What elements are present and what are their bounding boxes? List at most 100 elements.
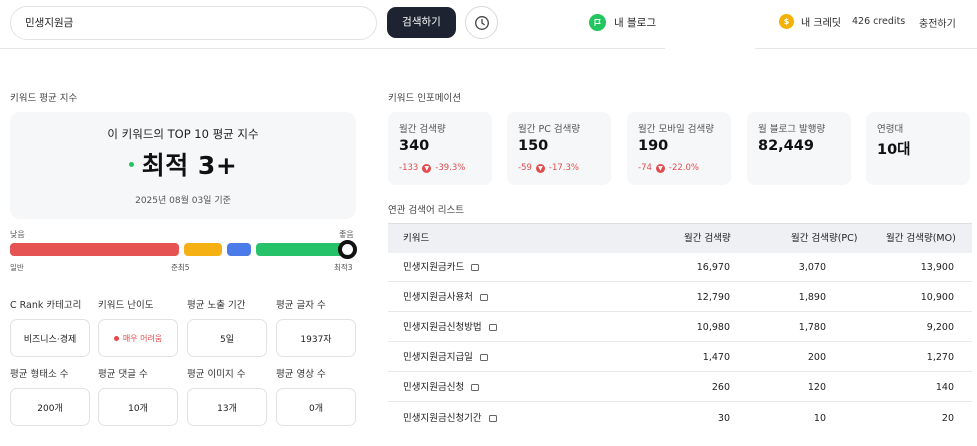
keyword-text[interactable]: 민생지원금사용처	[403, 283, 473, 312]
scale-high-label: 좋음	[339, 230, 354, 239]
keyword-cell: 민생지원금지급일	[403, 343, 488, 372]
blog-icon[interactable]	[488, 324, 497, 331]
table-row[interactable]: 민생지원금카드 16,970 3,070 13,900	[388, 253, 972, 282]
pc-cell: 3,070	[798, 262, 826, 273]
column-header-mo[interactable]: 월간 검색량(MO)	[886, 224, 956, 253]
stat-box-morphemes: 200개	[10, 388, 90, 426]
stat-label-exposure: 평균 노출 기간	[187, 300, 246, 311]
keyword-info-title: 키워드 인포메이션	[388, 93, 461, 104]
info-label: 월간 검색량	[399, 124, 446, 135]
stat-label-chars: 평균 글자 수	[276, 300, 326, 311]
table-row[interactable]: 민생지원금신청 260 120 140	[388, 373, 972, 402]
down-arrow-icon: ▼	[655, 163, 665, 173]
mo-cell: 1,270	[926, 352, 954, 363]
stat-label-morphemes: 평균 형태소 수	[10, 369, 69, 380]
info-card-pc: 월간 PC 검색량 150 -59 ▼ -17.3%	[507, 112, 611, 185]
search-button[interactable]: 검색하기	[387, 7, 456, 38]
total-cell: 1,470	[702, 352, 730, 363]
change-pct: -22.0%	[668, 163, 699, 173]
blog-icon[interactable]	[471, 384, 480, 391]
credit-display: $ 내 크레딧 426 credits	[779, 14, 905, 29]
info-change: -59 ▼ -17.3%	[518, 163, 600, 173]
stat-label-comments: 평균 댓글 수	[98, 369, 148, 380]
credit-value: 426 credits	[851, 16, 906, 27]
info-card-mobile: 월간 모바일 검색량 190 -74 ▼ -22.0%	[627, 112, 731, 185]
stat-value-morphemes: 200개	[37, 403, 63, 414]
stat-box-difficulty: 매우 어려움	[98, 319, 178, 357]
keyword-text[interactable]: 민생지원금신청방법	[403, 313, 482, 342]
keyword-cell: 민생지원금신청방법	[403, 313, 497, 342]
scale-label-normal: 일반	[10, 263, 24, 272]
mo-cell: 20	[941, 413, 954, 424]
down-arrow-icon: ▼	[422, 163, 432, 173]
history-button[interactable]	[465, 6, 498, 39]
info-value: 150	[518, 138, 549, 154]
avg-index-value: 최적 3+	[141, 151, 238, 180]
stat-value-comments: 10개	[128, 403, 148, 414]
scale-label-optimal: 최적3	[334, 263, 353, 272]
table-row[interactable]: 민생지원금사용처 12,790 1,890 10,900	[388, 283, 972, 312]
stat-box-category: 비즈니스·경제	[10, 319, 90, 357]
keyword-text[interactable]: 민생지원금신청기간	[403, 404, 482, 433]
pc-cell: 120	[807, 382, 826, 393]
blog-icon[interactable]	[479, 294, 488, 301]
my-blog-link[interactable]: 내 블로그	[589, 14, 656, 31]
stat-label-videos: 평균 영상 수	[276, 369, 326, 380]
info-change: -133 ▼ -39.3%	[399, 163, 481, 173]
table-header: 키워드 월간 검색량 월간 검색량(PC) 월간 검색량(MO)	[388, 223, 972, 253]
change-pct: -39.3%	[435, 163, 466, 173]
keyword-text[interactable]: 민생지원금카드	[403, 253, 464, 282]
stat-label-category: C Rank 카테고리	[10, 300, 82, 311]
table-row[interactable]: 민생지원금신청방법 10,980 1,780 9,200	[388, 313, 972, 342]
total-cell: 16,970	[696, 262, 730, 273]
table-row[interactable]: 민생지원금지급일 1,470 200 1,270	[388, 343, 972, 372]
change-abs: -59	[518, 163, 532, 173]
stat-box-comments: 10개	[98, 388, 178, 426]
avg-index-value-row: 최적 3+	[10, 146, 356, 182]
info-card-blog-posts: 월 블로그 발행량 82,449	[747, 112, 851, 185]
column-header-total[interactable]: 월간 검색량	[684, 224, 731, 253]
keyword-text[interactable]: 민생지원금신청	[403, 373, 464, 402]
info-label: 월간 모바일 검색량	[638, 124, 714, 135]
charge-button[interactable]: 충전하기	[919, 15, 956, 30]
search-input[interactable]: 민생지원금	[10, 6, 377, 40]
difficulty-badge: 매우 어려움	[113, 333, 162, 344]
stat-box-images: 13개	[187, 388, 267, 426]
top-bar: 민생지원금 검색하기 내 블로그 $ 내 크레딧 426 credits 충전하…	[0, 0, 977, 48]
blog-icon[interactable]	[488, 415, 497, 422]
total-cell: 12,790	[696, 292, 730, 303]
info-value: 10대	[877, 142, 911, 158]
pc-cell: 200	[807, 352, 826, 363]
stat-value-category: 비즈니스·경제	[23, 334, 77, 345]
down-arrow-icon: ▼	[535, 163, 545, 173]
keyword-cell: 민생지원금카드	[403, 253, 480, 282]
column-header-pc[interactable]: 월간 검색량(PC)	[791, 224, 858, 253]
info-value: 190	[638, 138, 669, 154]
clock-icon	[474, 15, 489, 30]
keyword-cell: 민생지원금신청	[403, 373, 480, 402]
stat-box-videos: 0개	[276, 388, 356, 426]
info-card-monthly: 월간 검색량 340 -133 ▼ -39.3%	[388, 112, 492, 185]
mo-cell: 9,200	[926, 322, 954, 333]
alert-dot-icon	[113, 335, 119, 341]
pc-cell: 1,890	[798, 292, 826, 303]
blog-icon[interactable]	[479, 354, 488, 361]
stat-box-chars: 1937자	[276, 319, 356, 357]
credit-label: 내 크레딧	[801, 18, 841, 29]
scale-segment-semi	[184, 243, 222, 256]
keyword-text[interactable]: 민생지원금지급일	[403, 343, 473, 372]
total-cell: 10,980	[696, 322, 730, 333]
pc-cell: 1,780	[798, 322, 826, 333]
scale-label-semi: 준최5	[171, 263, 190, 272]
stat-label-difficulty: 키워드 난이도	[98, 300, 154, 311]
table-row[interactable]: 민생지원금신청기간 30 10 20	[388, 404, 972, 433]
blog-icon[interactable]	[471, 264, 480, 271]
mo-cell: 140	[935, 382, 954, 393]
info-label: 월간 PC 검색량	[518, 124, 581, 135]
scale-segment-normal	[10, 243, 179, 256]
info-value: 82,449	[758, 138, 814, 154]
column-header-keyword[interactable]: 키워드	[403, 224, 429, 253]
my-blog-label: 내 블로그	[614, 17, 656, 29]
flag-icon	[589, 14, 606, 31]
avg-index-heading: 이 키워드의 TOP 10 평균 지수	[107, 127, 259, 141]
